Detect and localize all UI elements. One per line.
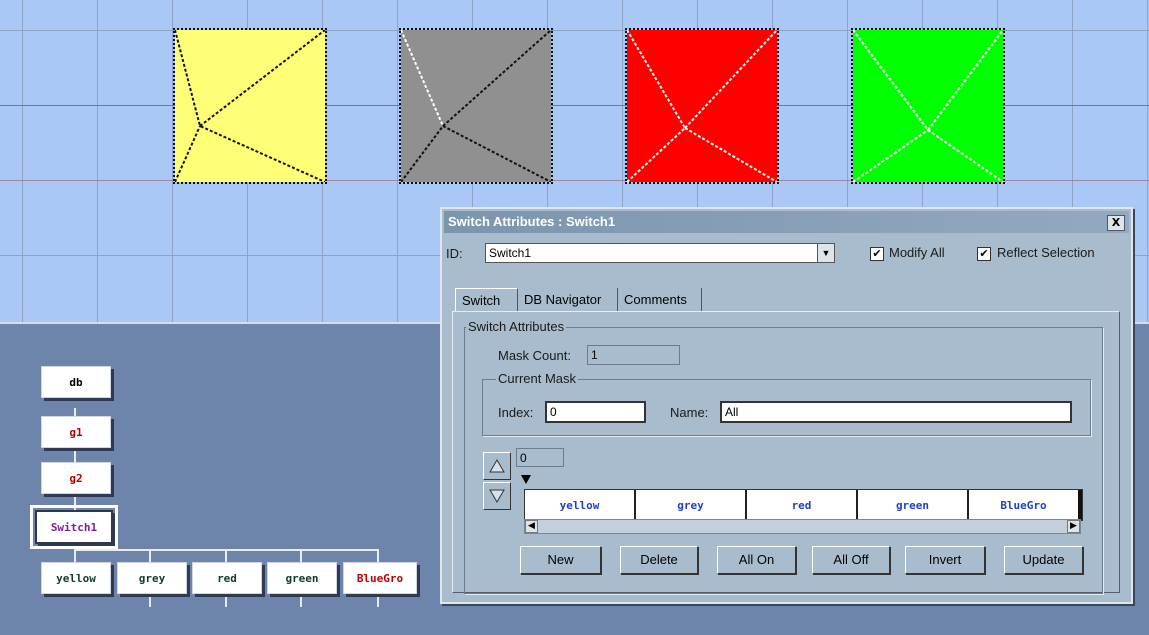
mask-cell-label: red [791,498,812,512]
triangle-down-icon [489,489,505,503]
mask-cell-yellow[interactable]: yellow [525,490,636,520]
node-label: green [285,571,319,585]
scroll-right-button[interactable]: ▶ [1067,520,1080,533]
red-shape[interactable] [625,28,779,184]
tab-label: Switch [462,293,501,308]
id-label: ID: [446,246,463,261]
tab-db-navigator[interactable]: DB Navigator [518,288,618,312]
chevron-right-icon: ▶ [1070,521,1077,531]
dialog-titlebar[interactable]: Switch Attributes : Switch1 X [444,211,1129,233]
tab-label: Comments [624,292,687,307]
node-label: g2 [69,471,83,485]
button-label: All On [738,552,775,567]
node-label: red [217,571,237,585]
new-button[interactable]: New [520,546,601,574]
reflect-selection-checkbox[interactable]: ✔ [977,247,991,261]
offset-value: 0 [520,451,527,465]
tab-label: DB Navigator [524,292,602,307]
current-mask-title: Current Mask [496,371,579,386]
scroll-up-button[interactable] [483,452,511,480]
mask-count-label: Mask Count: [498,348,571,363]
invert-button[interactable]: Invert [905,546,985,574]
check-icon: ✔ [872,247,882,260]
node-g1[interactable]: g1 [41,416,111,448]
mask-cell-bluegro[interactable]: BlueGro [969,490,1082,520]
button-label: New [547,552,574,567]
grey-shape[interactable] [399,28,553,184]
button-label: Update [1022,552,1065,567]
button-label: Delete [640,552,678,567]
scroll-left-button[interactable]: ◀ [525,520,538,533]
chevron-down-icon[interactable]: ▼ [817,244,834,262]
node-label: yellow [56,571,96,585]
mask-cell-green[interactable]: green [858,490,969,520]
button-label: Invert [928,552,962,567]
triangle-up-icon [489,459,505,473]
index-value: 0 [550,405,557,419]
mask-horizontal-scrollbar[interactable]: ◀ ▶ [524,519,1081,534]
node-g2[interactable]: g2 [41,462,111,494]
node-label: Switch1 [50,520,98,534]
check-icon: ✔ [979,247,989,260]
node-label: db [69,375,83,389]
dialog-title: Switch Attributes : Switch1 [448,214,616,229]
node-label: g1 [69,425,83,439]
index-label: Index: [498,405,534,420]
switch-attributes-title: Switch Attributes [466,319,567,334]
yellow-shape[interactable] [173,28,327,184]
update-button[interactable]: Update [1004,546,1083,574]
node-yellow[interactable]: yellow [41,562,111,594]
node-green[interactable]: green [267,562,337,594]
name-input[interactable]: All [720,401,1072,423]
id-select-value: Switch1 [489,246,532,260]
close-icon: X [1111,216,1121,229]
offset-field: 0 [516,448,564,467]
mask-cell-label: grey [677,498,704,512]
tab-comments[interactable]: Comments [618,288,702,312]
mask-cell-grey[interactable]: grey [636,490,747,520]
all-on-button[interactable]: All On [717,546,796,574]
node-label: grey [138,571,166,585]
name-label: Name: [670,405,709,420]
name-value: All [725,405,739,419]
index-input[interactable]: 0 [545,401,646,423]
node-grey[interactable]: grey [117,562,187,594]
tab-switch[interactable]: Switch [455,288,518,312]
mask-cell-label: yellow [559,498,600,512]
scroll-down-button[interactable] [483,482,511,510]
modify-all-checkbox[interactable]: ✔ [870,247,884,261]
marker-icon [521,475,531,484]
reflect-selection-label: Reflect Selection [997,245,1095,260]
mask-cell-label: BlueGro [1000,498,1047,512]
node-red[interactable]: red [192,562,262,594]
all-off-button[interactable]: All Off [812,546,890,574]
mask-cells-row: yellow grey red green BlueGro [524,489,1083,521]
green-shape[interactable] [851,28,1005,184]
mask-count-field: 1 [587,345,680,365]
node-switch1[interactable]: Switch1 [30,505,118,549]
modify-all-label: Modify All [889,245,945,260]
mask-cell-red[interactable]: red [747,490,858,520]
id-select[interactable]: Switch1 ▼ [485,243,835,263]
chevron-left-icon: ◀ [528,521,535,531]
switch-attributes-dialog: Switch Attributes : Switch1 X ID: Switch… [440,207,1133,604]
button-label: All Off [833,552,869,567]
mask-cell-label: green [895,498,930,512]
node-bluegro[interactable]: BlueGro [343,562,417,594]
node-db[interactable]: db [41,366,111,398]
delete-button[interactable]: Delete [620,546,698,574]
mask-count-value: 1 [591,348,598,362]
node-label: BlueGro [356,571,404,585]
close-button[interactable]: X [1107,215,1125,231]
